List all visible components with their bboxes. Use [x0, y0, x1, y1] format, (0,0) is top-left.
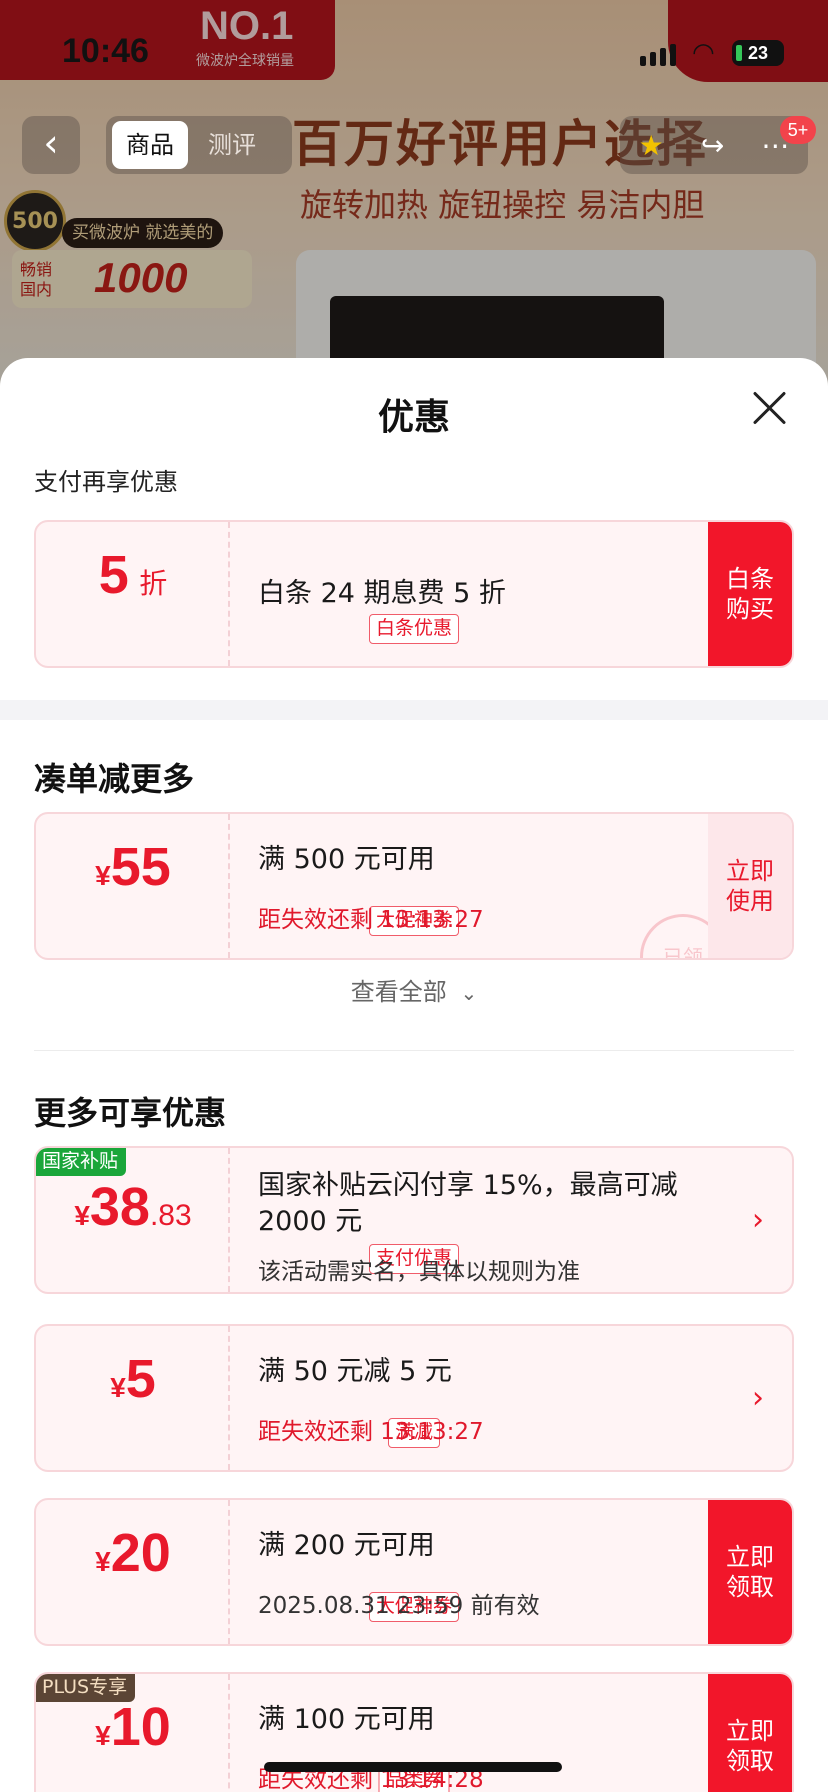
gov-subsidy-badge: 国家补贴 — [36, 1148, 127, 1176]
coupon-title: 满 500 元可用 — [258, 844, 435, 875]
back-button[interactable]: ‹ — [22, 116, 80, 174]
coupon-amount: ¥20 — [36, 1522, 230, 1584]
currency-symbol: ¥ — [95, 1720, 111, 1751]
favorite-star-icon[interactable]: ★ — [639, 129, 664, 162]
section-divider — [0, 700, 828, 720]
coupon-amount-value: 20 — [110, 1523, 171, 1583]
status-time: 10:46 — [62, 32, 149, 70]
coupon-amount: ¥10 — [36, 1696, 230, 1758]
promo-coupon-card[interactable]: ¥55 大促神券 满 500 元可用 距失效还剩 13:13:27 已领 立即使… — [34, 812, 794, 960]
share-icon[interactable]: ↪ — [701, 129, 724, 162]
chevron-down-icon: ⌄ — [460, 981, 478, 1005]
subsidy-coupon-card[interactable]: 国家补贴 ¥38.83 支付优惠 国家补贴云闪付享 15%，最高可减 2000 … — [34, 1146, 794, 1294]
promo-coupon-card-20[interactable]: ¥20 大促神券 满 200 元可用 2025.08.31 23:59 前有效 … — [34, 1498, 794, 1646]
tab-review[interactable]: 测评 — [194, 121, 270, 169]
coupon-amount: ¥5 — [36, 1348, 230, 1410]
currency-symbol: ¥ — [95, 860, 111, 891]
coupon-amount: ¥38.83 — [36, 1176, 230, 1238]
claim-now-button[interactable]: 立即领取 — [708, 1674, 792, 1792]
coupon-title: 满 50 元减 5 元 — [258, 1356, 452, 1387]
currency-symbol: ¥ — [110, 1372, 126, 1403]
coupon-title: 国家补贴云闪付享 15%，最高可减 2000 元 — [258, 1170, 678, 1237]
coupon-amount-value: 5 — [98, 545, 129, 605]
see-all-link[interactable]: 查看全部 ⌄ — [0, 972, 828, 1007]
close-icon[interactable] — [748, 386, 792, 430]
coupon-amount: ¥55 — [36, 836, 230, 898]
discount-sheet: 优惠 支付再享优惠 5 折 白条优惠 白条 24 期息费 5 折 白条购买 凑单… — [0, 358, 828, 1792]
plus-coupon-card[interactable]: PLUS专享 ¥10 品类券 满 100 元可用 距失效还剩 13:14:28 … — [34, 1672, 794, 1792]
coupon-amount-unit: 折 — [139, 568, 168, 599]
section-separator — [34, 1050, 794, 1051]
coupon-amount-value: 5 — [125, 1349, 156, 1409]
status-bar: 10:46 ◠ 23 — [0, 0, 828, 100]
battery-icon: 23 — [732, 40, 784, 66]
currency-symbol: ¥ — [95, 1546, 111, 1577]
coupon-title: 白条 24 期息费 5 折 — [258, 578, 506, 609]
coupon-countdown: 距失效还剩 13:13:27 — [258, 907, 484, 933]
wifi-icon: ◠ — [692, 38, 715, 68]
baitiao-coupon-card[interactable]: 5 折 白条优惠 白条 24 期息费 5 折 白条购买 — [34, 520, 794, 668]
coupon-title: 满 200 元可用 — [258, 1530, 435, 1561]
chevron-right-icon[interactable]: › — [752, 1381, 764, 1416]
battery-level: 23 — [747, 43, 769, 63]
coupon-note: 该活动需实名，具体以规则为准 — [258, 1259, 580, 1285]
claim-now-button[interactable]: 立即领取 — [708, 1500, 792, 1644]
combine-section-heading: 凑单减更多 — [34, 760, 195, 798]
use-now-button[interactable]: 立即使用 — [708, 814, 792, 958]
see-all-label: 查看全部 — [350, 978, 447, 1006]
coupon-tag: 白条优惠 — [368, 614, 460, 644]
coupon-amount-value: 38 — [89, 1177, 150, 1237]
pay-section-label: 支付再享优惠 — [34, 468, 178, 496]
coupon-amount-value: 10 — [110, 1697, 171, 1757]
coupon-amount-value: 55 — [110, 837, 171, 897]
tab-product[interactable]: 商品 — [112, 121, 188, 169]
coupon-countdown: 距失效还剩 13:13:27 — [258, 1419, 484, 1445]
signal-icon — [640, 44, 676, 66]
message-count-badge: 5+ — [780, 116, 816, 144]
chevron-right-icon[interactable]: › — [752, 1203, 764, 1238]
coupon-title: 满 100 元可用 — [258, 1704, 435, 1735]
currency-symbol: ¥ — [74, 1200, 90, 1231]
nav-tabs: 商品 测评 — [106, 116, 292, 174]
sheet-title: 优惠 — [377, 397, 450, 438]
coupon-amount: 5 折 — [36, 544, 230, 606]
home-indicator[interactable] — [264, 1762, 562, 1772]
full-reduction-card[interactable]: ¥5 满减 满 50 元减 5 元 距失效还剩 13:13:27 › — [34, 1324, 794, 1472]
chevron-left-icon: ‹ — [43, 121, 59, 165]
coupon-expiry: 2025.08.31 23:59 前有效 — [258, 1593, 540, 1619]
more-section-heading: 更多可享优惠 — [34, 1094, 227, 1132]
baitiao-buy-button[interactable]: 白条购买 — [708, 522, 792, 666]
coupon-amount-decimal: .83 — [149, 1199, 192, 1232]
